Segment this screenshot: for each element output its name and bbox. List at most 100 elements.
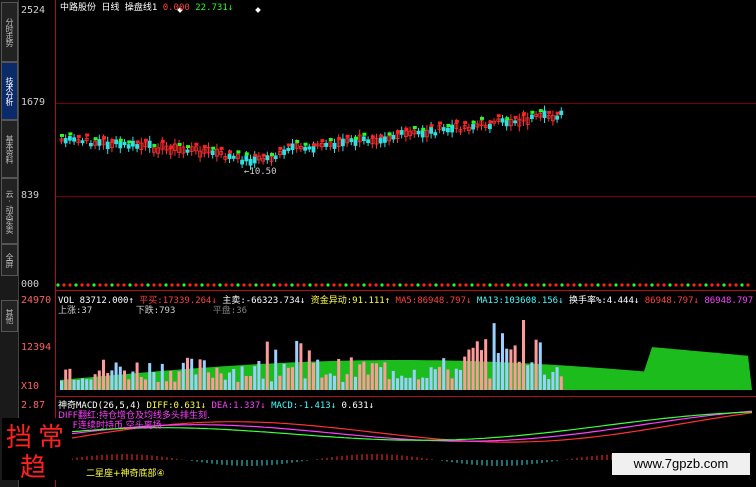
volume-bar xyxy=(375,363,378,390)
candle-body xyxy=(513,120,517,124)
indicator-value2: 22.731↓ xyxy=(195,3,234,13)
signal-dot xyxy=(602,283,606,287)
signal-dot xyxy=(746,283,750,287)
volume-label-low: X10 xyxy=(21,381,40,392)
volume-bar xyxy=(316,359,320,390)
signal-dot xyxy=(452,283,456,287)
signal-dot xyxy=(572,283,576,287)
candle-body xyxy=(114,139,118,145)
tab-technical[interactable]: 技术分析 xyxy=(1,62,18,120)
up-count: 上涨:37 xyxy=(58,306,93,316)
volume-bar xyxy=(387,379,391,390)
candle-body xyxy=(68,136,72,141)
volume-bar xyxy=(127,379,131,390)
candle-body xyxy=(248,159,253,166)
trend-dot xyxy=(337,137,342,141)
trend-dot xyxy=(186,145,190,149)
signal-dot xyxy=(332,283,336,287)
volume-bar xyxy=(215,367,219,390)
signal-dot xyxy=(512,283,516,287)
volume-bar xyxy=(295,340,299,390)
tab-dynamic-trade[interactable]: 云·动态买卖 xyxy=(1,178,18,244)
bottom-signal: 二星座+神奇底部④ xyxy=(86,469,165,479)
volume-bar xyxy=(513,345,517,390)
tab-fundamentals[interactable]: 基本资料 xyxy=(1,120,18,178)
trend-dot xyxy=(488,120,493,124)
signal-dot xyxy=(182,283,186,287)
trend-dot xyxy=(438,121,442,125)
signal-dot xyxy=(686,283,690,287)
trend-dot xyxy=(118,138,123,142)
signal-dot xyxy=(248,283,252,287)
volume-bar xyxy=(496,353,500,390)
volume-bar xyxy=(148,363,152,390)
candle-body xyxy=(500,118,505,123)
signal-dot xyxy=(446,283,450,287)
trend-dot xyxy=(412,126,417,130)
volume-bar xyxy=(299,343,303,390)
volume-bar xyxy=(202,360,206,390)
price-label-zero: 000 xyxy=(21,279,40,290)
volume-bar xyxy=(93,374,97,390)
candle-body xyxy=(210,150,215,156)
tab-other[interactable]: 其他 xyxy=(1,300,18,332)
volume-bar xyxy=(358,364,362,390)
volume-bar xyxy=(530,362,534,390)
volume-bar xyxy=(333,375,336,390)
tab-intraday[interactable]: 分时走势 xyxy=(1,2,18,62)
trend-dot xyxy=(379,134,384,138)
sidebar: 分时走势 技术分析 基本资料 云·动态买卖 全屏 其他 xyxy=(0,0,19,487)
trend-dot xyxy=(505,117,510,121)
volume-bar xyxy=(282,363,286,390)
extra-value2: 86948.797 xyxy=(704,296,754,306)
signal-dot xyxy=(152,283,156,287)
site-logo: 挡 常 趋 xyxy=(2,418,72,483)
trend-dot xyxy=(404,127,409,131)
candle-body xyxy=(445,127,450,133)
signal-dot xyxy=(356,283,360,287)
signal-dot xyxy=(740,283,744,287)
candle-body xyxy=(542,110,547,119)
tab-fullscreen[interactable]: 全屏 xyxy=(1,244,18,276)
signal-dot xyxy=(230,283,234,287)
signal-dot xyxy=(596,283,600,287)
signal-dot xyxy=(272,283,276,287)
volume-bar xyxy=(547,379,551,390)
volume-bar xyxy=(165,381,168,390)
volume-bar xyxy=(543,374,546,390)
candle-body xyxy=(433,132,438,136)
candle-body xyxy=(311,146,316,153)
volume-bar xyxy=(505,348,509,390)
price-label-low: 839 xyxy=(21,190,40,201)
volume-bar xyxy=(291,367,294,390)
signal-dot xyxy=(290,283,294,287)
signal-dot xyxy=(176,283,180,287)
trend-dot xyxy=(530,110,535,114)
signal-dot xyxy=(314,283,318,287)
volume-bar xyxy=(526,365,530,390)
volume-bar xyxy=(144,379,147,390)
candle-body xyxy=(126,144,131,149)
logo-char-2: 常 xyxy=(38,423,64,453)
signal-dot xyxy=(206,283,210,287)
signal-dot xyxy=(74,283,78,287)
macd-value: MACD:-1.413↓ xyxy=(271,401,337,411)
trend-dot xyxy=(362,132,367,136)
macd-note-2: DIFF连续时持币,空头离场. xyxy=(58,421,165,431)
volume-bar xyxy=(312,362,315,390)
trend-dot xyxy=(194,142,199,146)
signal-dot xyxy=(362,283,366,287)
candle-body xyxy=(378,137,383,144)
volume-bar xyxy=(131,371,135,390)
candle-body xyxy=(97,139,102,146)
volume-bar xyxy=(446,369,450,390)
volume-bar xyxy=(160,363,164,390)
candle-body xyxy=(441,127,446,132)
trend-dot xyxy=(286,143,291,147)
trend-dot xyxy=(127,140,132,144)
volume-bar xyxy=(253,366,257,390)
volume-bar xyxy=(232,369,236,390)
signal-dot xyxy=(734,283,738,287)
trend-dot xyxy=(345,134,350,138)
trend-dot xyxy=(270,152,274,156)
